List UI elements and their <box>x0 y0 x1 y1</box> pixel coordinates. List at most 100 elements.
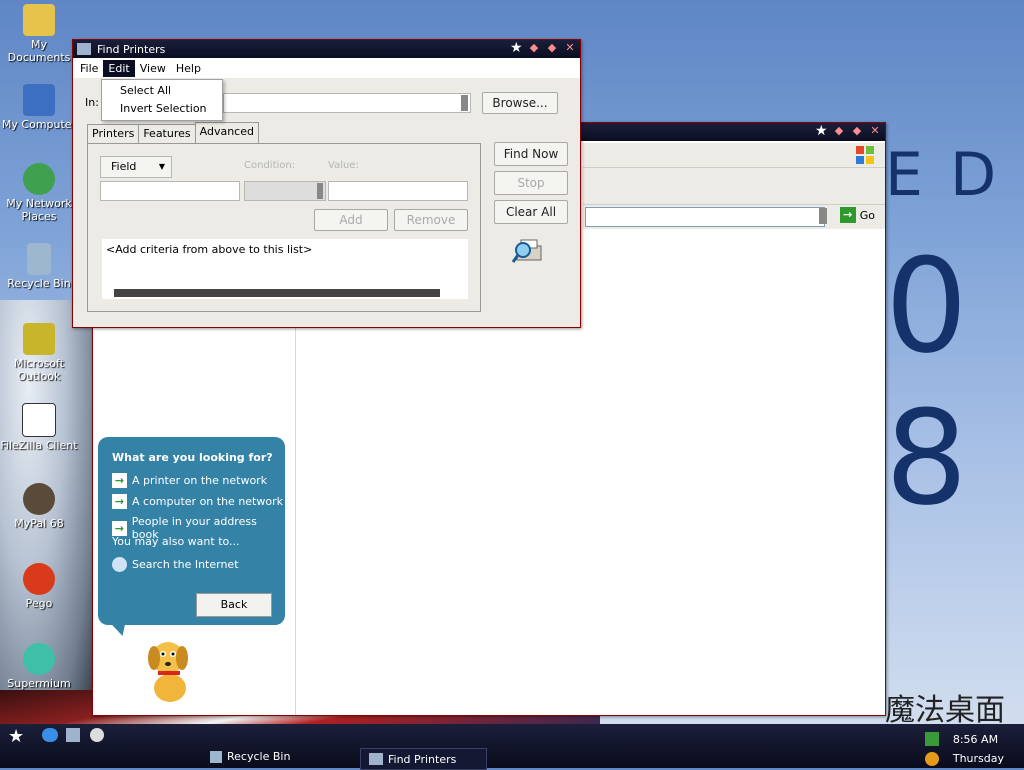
media-icon[interactable] <box>90 728 104 742</box>
taskbar-item-find-printers[interactable]: Find Printers <box>360 748 488 770</box>
network-icon <box>23 163 55 195</box>
maximize-icon[interactable]: ◆ <box>851 125 863 137</box>
desktop-icon-mypal[interactable]: MyPal 68 <box>0 483 78 530</box>
advanced-panel: Field ▼ Condition: Value: Add Remove <Ad… <box>87 143 481 312</box>
desktop-icon-filezilla[interactable]: FileZilla Client <box>0 403 78 452</box>
companion-title: What are you looking for? <box>112 451 273 464</box>
windows-logo-icon <box>856 146 874 164</box>
clock-time[interactable]: 8:56 AM <box>953 730 1004 749</box>
desktop-icon-pego[interactable]: Pego <box>0 563 78 610</box>
tray-network-icon[interactable] <box>924 732 939 746</box>
close-icon[interactable]: ✕ <box>869 125 881 137</box>
remove-button[interactable]: Remove <box>394 209 468 231</box>
system-tray: 8:56 AM Thursday <box>924 730 1004 768</box>
in-label: In: <box>85 96 99 109</box>
desktop-icon-label: Supermium <box>7 677 71 690</box>
star-icon[interactable]: ★ <box>510 41 523 55</box>
chevron-down-icon: ▼ <box>158 162 165 171</box>
star-icon[interactable]: ★ <box>815 124 828 138</box>
field-dropdown[interactable]: Field ▼ <box>100 156 172 178</box>
option-computer[interactable]: → A computer on the network <box>112 494 283 509</box>
field-value-box[interactable] <box>100 181 240 201</box>
taskbar-item-recycle-bin[interactable]: Recycle Bin <box>210 750 290 763</box>
desktop-icon-my-documents[interactable]: My Documents <box>0 4 78 64</box>
address-dropdown-icon[interactable] <box>819 208 827 224</box>
find-now-button[interactable]: Find Now <box>494 142 568 166</box>
taskbar-item-label: Recycle Bin <box>227 750 291 763</box>
recycle-bin-icon <box>210 750 222 763</box>
tab-advanced[interactable]: Advanced <box>194 122 259 143</box>
desktop-icon-label: My Computer <box>1 118 77 131</box>
menu-view[interactable]: View <box>135 60 171 77</box>
taskbar: ★ Recycle Bin Find Printers 8:56 AM Thur… <box>0 724 1024 770</box>
desktop-icon-label: Recycle Bin <box>7 277 71 290</box>
tab-printers[interactable]: Printers <box>87 124 140 145</box>
start-star-icon[interactable]: ★ <box>8 726 24 747</box>
desktop-icon-label: Pego <box>25 597 53 610</box>
folder-icon <box>23 4 55 36</box>
add-button[interactable]: Add <box>314 209 388 231</box>
search-toolbar <box>583 143 885 168</box>
address-field[interactable] <box>585 207 825 227</box>
minimize-icon[interactable]: ◆ <box>833 125 845 137</box>
minimize-icon[interactable]: ◆ <box>528 42 540 54</box>
search-internet-icon <box>112 557 127 572</box>
back-button[interactable]: Back <box>196 593 272 617</box>
menu-bar: File Edit View Help <box>73 58 580 78</box>
search-companion-panel: What are you looking for? → A printer on… <box>98 437 285 625</box>
desktop-icon-recycle-bin[interactable]: Recycle Bin <box>0 243 78 290</box>
option-label: Search the Internet <box>132 558 239 571</box>
raccoon-icon <box>23 483 55 515</box>
desktop-icon-network-places[interactable]: My Network Places <box>0 163 78 223</box>
horizontal-scrollbar[interactable] <box>114 289 440 297</box>
go-label: Go <box>859 208 875 222</box>
pego-icon <box>23 563 55 595</box>
tray-key-icon[interactable] <box>924 752 939 766</box>
search-printer-icon <box>511 239 542 263</box>
menu-edit[interactable]: Edit <box>103 59 135 77</box>
stop-button[interactable]: Stop <box>494 171 568 195</box>
option-search-internet[interactable]: Search the Internet <box>112 557 239 572</box>
criteria-list[interactable]: <Add criteria from above to this list> <box>102 239 468 299</box>
window-title: Find Printers <box>97 42 166 56</box>
condition-label: Condition: <box>244 160 296 171</box>
green-arrow-icon: → <box>112 494 127 509</box>
maximize-icon[interactable]: ◆ <box>546 42 558 54</box>
field-dropdown-label: Field <box>111 160 137 173</box>
in-location-field[interactable] <box>223 93 471 113</box>
menu-file[interactable]: File <box>75 60 103 77</box>
search-buttons-toolbar <box>583 168 885 205</box>
go-button[interactable]: → Go <box>839 207 875 223</box>
desktop-icon-my-computer[interactable]: My Computer <box>0 84 78 131</box>
menu-help[interactable]: Help <box>171 60 206 77</box>
edit-menu-dropdown: Select All Invert Selection <box>101 79 223 121</box>
option-printer[interactable]: → A printer on the network <box>112 473 267 488</box>
desktop-icon-outlook[interactable]: Microsoft Outlook <box>0 323 78 383</box>
printer-icon <box>77 43 91 55</box>
wallpaper-text-cn: 魔法桌面 <box>885 693 1005 728</box>
browse-button[interactable]: Browse... <box>482 92 558 114</box>
printer-icon <box>369 753 383 765</box>
desktop-icon-label: My Documents <box>7 38 71 64</box>
search-dog-icon[interactable] <box>140 636 200 706</box>
filezilla-icon <box>22 403 56 437</box>
clear-all-button[interactable]: Clear All <box>494 200 568 224</box>
value-input[interactable] <box>328 181 468 201</box>
wallpaper-text-ed: E D <box>885 140 1001 210</box>
desktop-icon[interactable] <box>66 728 80 742</box>
in-dropdown-icon[interactable] <box>461 95 468 111</box>
desktop-icon-supermium[interactable]: Supermium <box>0 643 78 690</box>
ie-icon[interactable] <box>42 728 58 742</box>
desktop-icon-label: My Network Places <box>6 197 72 223</box>
menu-item-select-all[interactable]: Select All <box>102 82 222 100</box>
desktop-icon-label: MyPal 68 <box>14 517 64 530</box>
recycle-bin-icon <box>27 243 51 275</box>
close-icon[interactable]: ✕ <box>564 42 576 54</box>
tab-features[interactable]: Features <box>138 124 196 145</box>
find-printers-titlebar[interactable]: Find Printers ★ ◆ ◆ ✕ <box>73 40 580 58</box>
desktop-icon-label: FileZilla Client <box>0 439 78 452</box>
green-arrow-icon: → <box>112 520 127 536</box>
condition-dropdown[interactable] <box>244 181 326 201</box>
menu-item-invert-selection[interactable]: Invert Selection <box>102 100 222 118</box>
address-bar: → Go <box>583 205 885 229</box>
